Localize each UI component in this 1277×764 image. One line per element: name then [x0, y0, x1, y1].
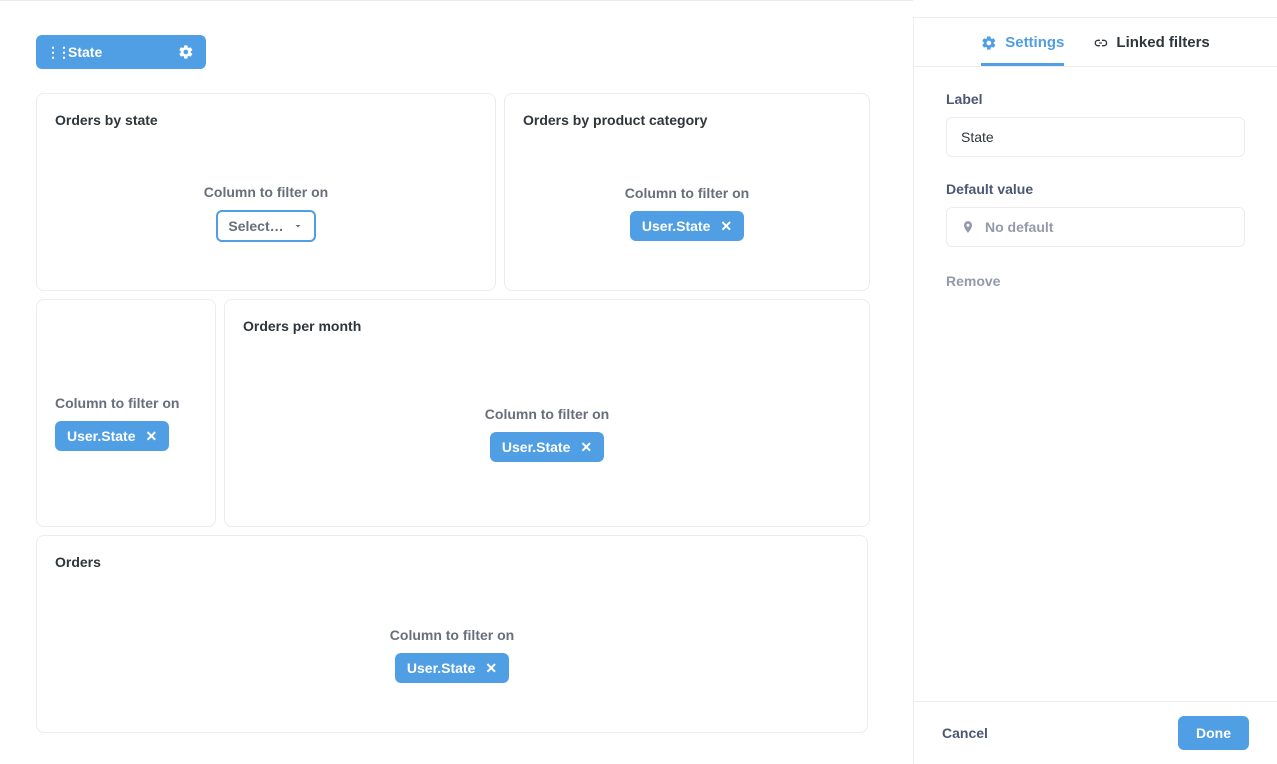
close-icon[interactable]: ✕ [485, 661, 497, 675]
cancel-button[interactable]: Cancel [942, 725, 988, 741]
column-filter-label: Column to filter on [485, 406, 609, 422]
pill-label: User.State [502, 439, 570, 455]
panel-footer: Cancel Done [914, 701, 1277, 764]
card-untitled: Column to filter on User.State ✕ [36, 299, 216, 527]
label-field-label: Label [946, 91, 1245, 107]
settings-panel: Settings Linked filters Label Default va… [913, 17, 1277, 764]
column-pill-user-state[interactable]: User.State ✕ [55, 421, 169, 451]
drag-handle-icon[interactable] [48, 45, 58, 59]
tab-label: Settings [1005, 34, 1064, 51]
remove-filter-link[interactable]: Remove [946, 273, 1245, 289]
filter-chip-state[interactable]: State [36, 35, 206, 69]
card-orders: Orders Column to filter on User.State ✕ [36, 535, 868, 733]
column-pill-user-state[interactable]: User.State ✕ [395, 653, 509, 683]
column-pill-user-state[interactable]: User.State ✕ [490, 432, 604, 462]
label-input[interactable] [946, 117, 1245, 157]
tab-settings[interactable]: Settings [981, 34, 1064, 66]
column-filter-label: Column to filter on [204, 184, 328, 200]
pill-label: User.State [407, 660, 475, 676]
close-icon[interactable]: ✕ [580, 440, 592, 454]
gear-icon[interactable] [178, 44, 194, 60]
select-label: Select… [228, 218, 283, 234]
column-filter-label: Column to filter on [625, 185, 749, 201]
tab-label: Linked filters [1116, 34, 1209, 51]
default-value-input[interactable]: No default [946, 207, 1245, 247]
card-title: Orders by product category [523, 112, 851, 128]
column-filter-label: Column to filter on [390, 627, 514, 643]
card-title: Orders per month [243, 318, 851, 334]
card-title: Orders [55, 554, 849, 570]
gear-icon [981, 35, 997, 51]
card-orders-by-product-category: Orders by product category Column to fil… [504, 93, 870, 291]
column-pill-user-state[interactable]: User.State ✕ [630, 211, 744, 241]
default-value-label: Default value [946, 181, 1245, 197]
link-icon [1092, 35, 1108, 51]
chevron-down-icon [292, 220, 304, 232]
card-title: Orders by state [55, 112, 477, 128]
default-value-placeholder: No default [985, 219, 1053, 235]
pin-icon [961, 220, 975, 234]
select-column-button[interactable]: Select… [216, 210, 315, 242]
close-icon[interactable]: ✕ [720, 219, 732, 233]
tab-linked-filters[interactable]: Linked filters [1092, 34, 1209, 66]
dashboard-canvas: State Orders by state Column to filter o… [0, 0, 913, 764]
done-button[interactable]: Done [1178, 716, 1249, 750]
card-orders-per-month: Orders per month Column to filter on Use… [224, 299, 870, 527]
pill-label: User.State [642, 218, 710, 234]
close-icon[interactable]: ✕ [145, 429, 157, 443]
pill-label: User.State [67, 428, 135, 444]
panel-tabs: Settings Linked filters [914, 18, 1277, 66]
filter-chip-label: State [68, 44, 102, 60]
column-filter-label: Column to filter on [55, 395, 179, 411]
card-orders-by-state: Orders by state Column to filter on Sele… [36, 93, 496, 291]
